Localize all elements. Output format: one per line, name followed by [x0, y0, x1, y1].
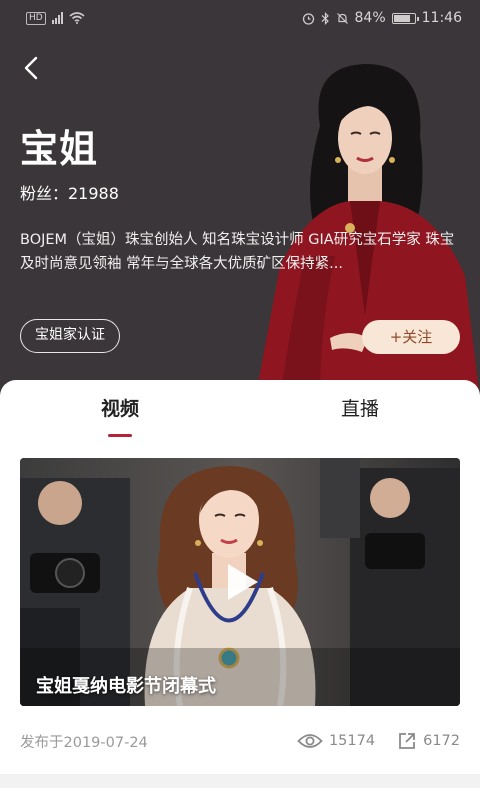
tab-bar: 视频 直播 [0, 380, 480, 440]
profile-header: HD 84% 11:46 宝姐 粉丝：21988 BOJEM（宝姐）珠宝创始人 … [0, 0, 480, 400]
publish-date: 发布于2019-07-24 [20, 734, 148, 751]
tab-indicator [108, 434, 132, 437]
video-meta: 发布于2019-07-24 15174 6172 [20, 728, 460, 754]
status-right: 84% 11:46 [302, 10, 462, 26]
profile-bio: BOJEM（宝姐）珠宝创始人 知名珠宝设计师 GIA研究宝石学家 珠宝及时尚意见… [20, 232, 455, 272]
signal-icon [51, 12, 63, 24]
wifi-icon [69, 12, 85, 24]
share-icon[interactable] [397, 731, 417, 751]
share-count-value: 6172 [423, 733, 460, 749]
fans-count: 粉丝：21988 [20, 184, 119, 203]
tab-video[interactable]: 视频 [80, 394, 160, 421]
section-divider [0, 774, 480, 788]
view-count-value: 15174 [328, 733, 376, 749]
profile-name: 宝姐 [20, 127, 99, 171]
back-arrow-icon[interactable] [16, 52, 48, 84]
battery-icon [391, 12, 419, 24]
content-panel: 视频 直播 宝姐戛纳电影节闭幕式 发布于2019-07-24 15174 617… [0, 380, 480, 800]
network-badge: HD [26, 11, 46, 25]
verification-tag[interactable]: 宝姐家认证 [20, 319, 120, 353]
video-card[interactable]: 宝姐戛纳电影节闭幕式 [20, 458, 460, 706]
bluetooth-icon [321, 11, 329, 25]
eye-icon [297, 734, 323, 748]
video-title: 宝姐戛纳电影节闭幕式 [36, 676, 216, 697]
play-icon[interactable] [224, 562, 260, 602]
tab-live[interactable]: 直播 [320, 394, 400, 421]
alarm-icon [302, 12, 314, 25]
share-count[interactable]: 6172 [397, 731, 460, 751]
follow-button[interactable]: +关注 [362, 320, 460, 354]
mute-icon [336, 12, 348, 24]
status-left: HD [26, 11, 85, 25]
status-bar: HD 84% 11:46 [0, 0, 480, 36]
clock: 11:46 [421, 10, 462, 26]
battery-percent: 84% [354, 10, 386, 26]
view-count: 15174 [297, 732, 375, 750]
